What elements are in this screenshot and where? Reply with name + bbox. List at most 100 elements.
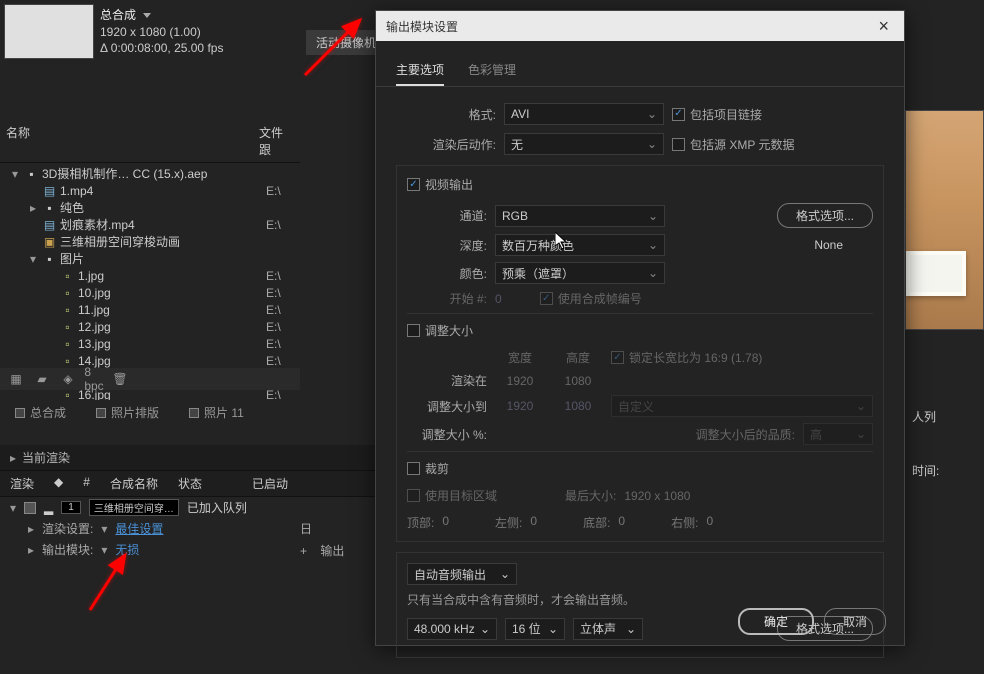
- wh-header-row: 宽度 高度 锁定长宽比为 16:9 (1.78): [407, 349, 873, 366]
- audio-channel-dropdown[interactable]: 立体声 ⌄: [573, 618, 643, 640]
- tree-item-path: E:\: [266, 218, 296, 232]
- chevron-down-icon: ⌄: [500, 567, 510, 581]
- resize-checkbox[interactable]: [407, 324, 420, 337]
- crop-left-label: 左侧:: [495, 514, 522, 531]
- project-panel: 名称 文件跟 ▾▪3D摄相机制作… CC (15.x).aep▤1.mp4E:\…: [0, 120, 300, 390]
- ok-button[interactable]: 确定: [738, 608, 814, 635]
- tree-item[interactable]: ▤1.mp4E:\: [0, 182, 300, 199]
- trash-icon[interactable]: 🗑: [112, 371, 128, 387]
- tab-label: 照片 11: [204, 404, 244, 421]
- tree-item-label: 11.jpg: [78, 303, 266, 317]
- crop-label: 裁剪: [425, 460, 449, 477]
- color-dropdown[interactable]: 预乘（遮罩） ⌄: [495, 262, 665, 284]
- tab-color-management[interactable]: 色彩管理: [468, 55, 516, 86]
- tree-item[interactable]: ▾▪图片: [0, 250, 300, 267]
- column-path[interactable]: 文件跟: [259, 124, 294, 158]
- right-queue-label[interactable]: 人列: [912, 408, 936, 425]
- rq-col-render[interactable]: 渲染: [10, 475, 34, 492]
- rq-col-status[interactable]: 状态: [178, 475, 202, 492]
- tab-zhaopian11[interactable]: 照片 11: [189, 404, 244, 421]
- render-settings-link[interactable]: 最佳设置: [115, 520, 163, 537]
- audio-bit-dropdown[interactable]: 16 位 ⌄: [505, 618, 565, 640]
- comp-icon: ▣: [42, 235, 57, 249]
- rq-col-icon[interactable]: ◆: [54, 475, 63, 492]
- depth-row: 深度: 数百万种颜色 ⌄ None: [407, 234, 873, 256]
- tree-item[interactable]: ▫10.jpgE:\: [0, 284, 300, 301]
- include-link-checkbox-label[interactable]: 包括项目链接: [672, 106, 762, 123]
- include-link-checkbox[interactable]: [672, 108, 685, 121]
- composition-thumbnail[interactable]: [4, 4, 94, 59]
- rq-day: 日: [300, 520, 312, 537]
- close-icon[interactable]: ×: [873, 16, 894, 37]
- final-size-label: 最后大小:: [565, 487, 616, 504]
- channel-dropdown[interactable]: RGB ⌄: [495, 205, 665, 227]
- tree-item[interactable]: ▾▪3D摄相机制作… CC (15.x).aep: [0, 165, 300, 182]
- tree-caret-icon[interactable]: ▾: [12, 167, 22, 181]
- tab-zonghecheng[interactable]: 总合成: [15, 404, 66, 421]
- video-output-title: 视频输出: [407, 176, 873, 193]
- rq-col-hash[interactable]: #: [83, 475, 90, 492]
- tree-item-path: E:\: [266, 337, 296, 351]
- current-render-header[interactable]: ▸ 当前渲染: [0, 445, 395, 471]
- depth-dropdown[interactable]: 数百万种颜色 ⌄: [495, 234, 665, 256]
- render-settings-label: 渲染设置:: [42, 520, 93, 537]
- tree-item[interactable]: ▤划痕素材.mp4E:\: [0, 216, 300, 233]
- column-name[interactable]: 名称: [6, 124, 259, 158]
- video-output-checkbox[interactable]: [407, 178, 420, 191]
- project-header: 名称 文件跟: [0, 120, 300, 163]
- output-module-link[interactable]: 无损: [115, 541, 139, 558]
- camera-tab[interactable]: 活动摄像机: [306, 30, 386, 55]
- resize-section: 调整大小 宽度 高度 锁定长宽比为 16:9 (1.78) 渲染在 1920 1…: [407, 313, 873, 445]
- tab-zhaopianpaiban[interactable]: 照片排版: [96, 404, 159, 421]
- format-options-button[interactable]: 格式选项...: [777, 203, 873, 228]
- composition-name[interactable]: 总合成: [100, 6, 223, 23]
- tree-caret-icon[interactable]: ▾: [30, 252, 40, 266]
- audio-bit-value: 16 位: [512, 620, 541, 637]
- render-width: 1920: [495, 374, 545, 388]
- tree-item-label: 纯色: [60, 199, 266, 216]
- tree-item[interactable]: ▫13.jpgE:\: [0, 335, 300, 352]
- format-dropdown[interactable]: AVI ⌄: [504, 103, 664, 125]
- preview-panel: [905, 10, 984, 410]
- rq-col-comp[interactable]: 合成名称: [110, 475, 158, 492]
- rq-col-started[interactable]: 已启动: [252, 475, 288, 492]
- tree-item[interactable]: ▫14.jpgE:\: [0, 352, 300, 369]
- channel-value: RGB: [502, 209, 528, 223]
- tree-item[interactable]: ▫1.jpgE:\: [0, 267, 300, 284]
- rq-plus-icon[interactable]: +: [300, 544, 307, 558]
- post-render-row: 渲染后动作: 无 ⌄ 包括源 XMP 元数据: [396, 133, 884, 155]
- new-folder-icon[interactable]: ▰: [34, 371, 50, 387]
- chevron-down-icon[interactable]: [143, 13, 151, 18]
- tab-main-options[interactable]: 主要选项: [396, 55, 444, 86]
- post-render-dropdown[interactable]: 无 ⌄: [504, 133, 664, 155]
- include-xmp-checkbox-label[interactable]: 包括源 XMP 元数据: [672, 136, 794, 153]
- codec-none-text: None: [814, 238, 843, 252]
- crop-checkbox[interactable]: [407, 462, 420, 475]
- tree-item-path: E:\: [266, 286, 296, 300]
- image-icon: ▫: [60, 269, 75, 283]
- tree-item[interactable]: ▣三维相册空间穿梭动画: [0, 233, 300, 250]
- interpret-icon[interactable]: ▦: [8, 371, 24, 387]
- audio-hz-dropdown[interactable]: 48.000 kHz ⌄: [407, 618, 497, 640]
- audio-output-dropdown[interactable]: 自动音频输出 ⌄: [407, 563, 517, 585]
- audio-channel-value: 立体声: [580, 620, 616, 637]
- new-comp-icon[interactable]: ◈: [60, 371, 76, 387]
- composition-duration: Δ 0:00:08:00, 25.00 fps: [100, 41, 223, 55]
- cancel-button[interactable]: 取消: [824, 608, 886, 635]
- render-queue-row[interactable]: ▾ ▂ 1 三维相册空间穿… 已加入队列: [0, 497, 395, 518]
- tree-item[interactable]: ▫12.jpgE:\: [0, 318, 300, 335]
- use-comp-frame-text: 使用合成帧编号: [558, 290, 642, 307]
- include-xmp-text: 包括源 XMP 元数据: [690, 136, 794, 153]
- rq-checkbox[interactable]: [24, 502, 36, 514]
- audio-output-row: 自动音频输出 ⌄: [407, 563, 873, 585]
- tree-caret-icon[interactable]: ▸: [30, 201, 40, 215]
- folder-icon: ▪: [42, 201, 57, 215]
- rq-number: 1: [61, 501, 81, 514]
- include-xmp-checkbox[interactable]: [672, 138, 685, 151]
- tree-item[interactable]: ▸▪纯色: [0, 199, 300, 216]
- audio-note: 只有当合成中含有音频时，才会输出音频。: [407, 591, 873, 608]
- render-at-label: 渲染在: [407, 372, 487, 389]
- tree-item[interactable]: ▫11.jpgE:\: [0, 301, 300, 318]
- bpc-label[interactable]: 8 bpc: [86, 371, 102, 387]
- crop-title: 裁剪: [407, 460, 873, 477]
